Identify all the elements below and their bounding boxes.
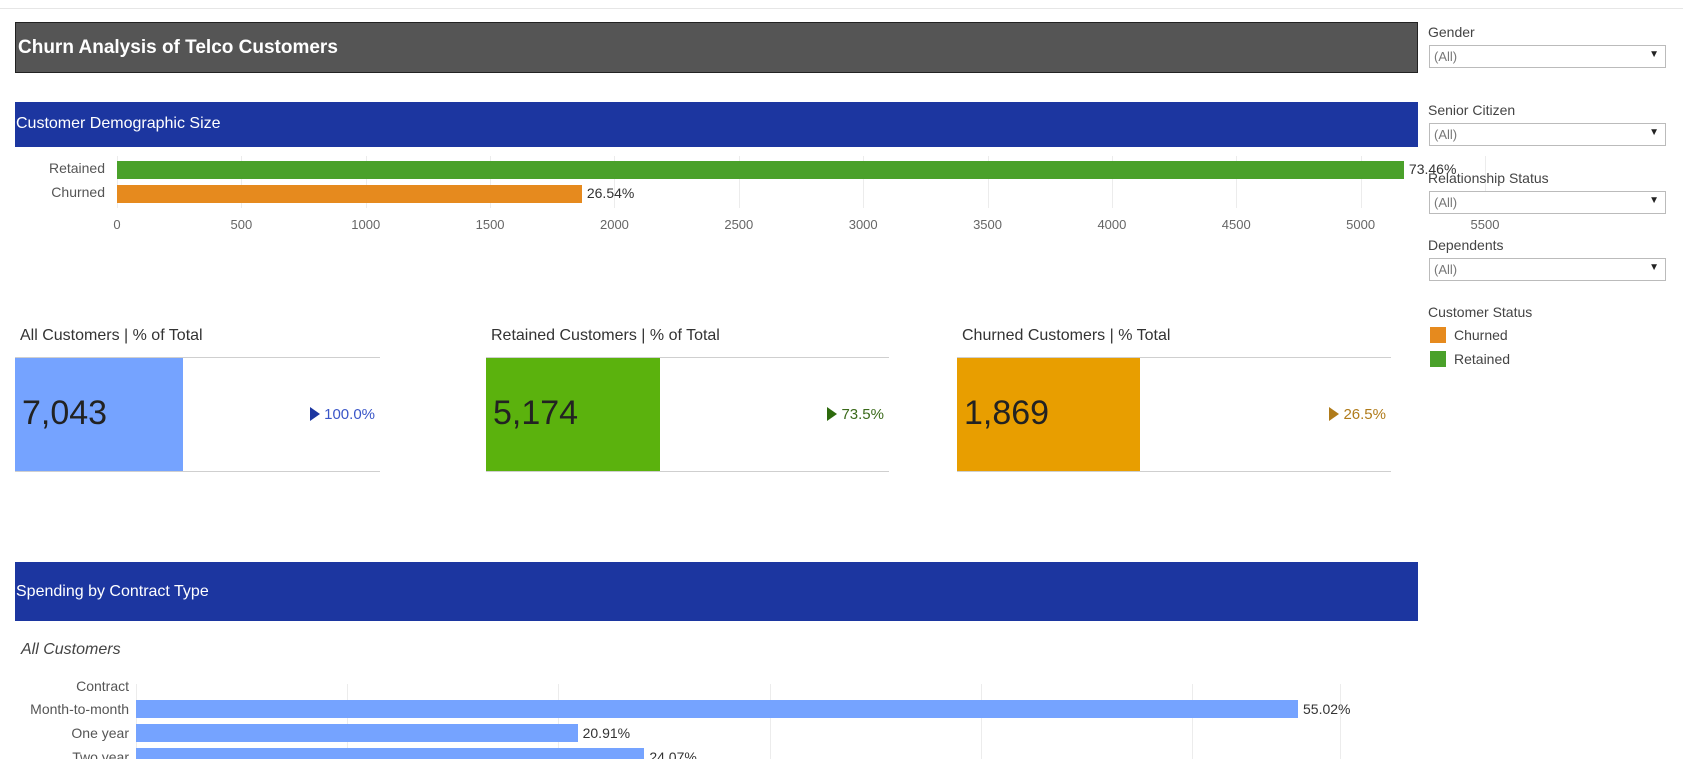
contract-category-label: Two year <box>72 749 129 759</box>
contract-category-label: Month-to-month <box>30 701 129 717</box>
kpi-percent-text: 73.5% <box>841 406 884 423</box>
x-tick-label: 5500 <box>1470 217 1500 232</box>
legend-swatch <box>1430 351 1446 367</box>
legend-item-churned[interactable]: Churned <box>1430 327 1508 343</box>
kpi-value: 5,174 <box>493 394 579 432</box>
axis-label-contract: Contract <box>76 678 129 694</box>
filter-value: (All) <box>1434 195 1458 210</box>
bar-category-label: Churned <box>51 184 105 200</box>
legend-label: Churned <box>1454 327 1508 343</box>
x-tick-label: 1000 <box>351 217 381 232</box>
section-title-demographic: Customer Demographic Size <box>16 115 221 132</box>
gridline <box>1191 684 1193 759</box>
legend-item-retained[interactable]: Retained <box>1430 351 1510 367</box>
filter-dropdown-gender[interactable]: (All) ▼ <box>1429 45 1666 68</box>
filter-dropdown-dependents[interactable]: (All) ▼ <box>1429 258 1666 281</box>
section-title-spending: Spending by Contract Type <box>16 583 209 600</box>
kpi-percent-text: 26.5% <box>1343 406 1386 423</box>
section-header-spending: Spending by Contract Type <box>15 562 1418 621</box>
gridline <box>1339 684 1341 759</box>
legend-swatch <box>1430 327 1446 343</box>
filter-label-relationship-status: Relationship Status <box>1428 170 1549 186</box>
gridline <box>769 684 771 759</box>
contract-data-label: 55.02% <box>1303 701 1351 717</box>
x-tick-label: 3500 <box>973 217 1002 232</box>
bar-retained <box>117 161 1404 179</box>
dashboard-title-bar: Churn Analysis of Telco Customers <box>15 22 1418 73</box>
contract-bar <box>136 724 578 742</box>
x-tick-label: 1500 <box>475 217 505 232</box>
triangle-right-icon <box>1329 407 1340 421</box>
contract-data-label: 24.07% <box>649 749 697 759</box>
chevron-down-icon[interactable]: ▼ <box>1649 127 1659 138</box>
chevron-down-icon[interactable]: ▼ <box>1649 262 1659 273</box>
section-header-demographic: Customer Demographic Size <box>15 102 1418 147</box>
chevron-down-icon[interactable]: ▼ <box>1649 195 1659 206</box>
dashboard-title: Churn Analysis of Telco Customers <box>18 37 338 58</box>
bar-churned <box>117 185 582 203</box>
filter-label-gender: Gender <box>1428 24 1475 40</box>
kpi-value: 7,043 <box>22 394 108 432</box>
kpi-value: 1,869 <box>964 394 1050 432</box>
kpi-percent: 100.0% <box>310 406 375 423</box>
filter-value: (All) <box>1434 127 1458 142</box>
kpi-percent: 26.5% <box>1329 406 1386 423</box>
filter-value: (All) <box>1434 262 1458 277</box>
filter-dropdown-senior-citizen[interactable]: (All) ▼ <box>1429 123 1666 146</box>
kpi-tile: 7,043 100.0% <box>15 357 380 472</box>
triangle-right-icon <box>827 407 838 421</box>
kpi-percent-text: 100.0% <box>324 406 375 423</box>
kpi-title: All Customers | % of Total <box>20 327 203 344</box>
filter-label-senior-citizen: Senior Citizen <box>1428 102 1516 118</box>
x-tick-label: 4000 <box>1097 217 1127 232</box>
x-tick-label: 4500 <box>1221 217 1251 232</box>
bar-data-label: 26.54% <box>586 185 635 201</box>
legend-title: Customer Status <box>1428 304 1533 320</box>
contract-chart-subtitle: All Customers <box>21 641 121 658</box>
kpi-percent: 73.5% <box>827 406 884 423</box>
contract-category-label: One year <box>71 725 129 741</box>
contract-bar <box>136 700 1298 718</box>
kpi-tile: 5,174 73.5% <box>486 357 889 472</box>
kpi-title: Churned Customers | % Total <box>962 327 1171 344</box>
x-tick-label: 3000 <box>848 217 878 232</box>
triangle-right-icon <box>310 407 321 421</box>
bar-category-label: Retained <box>48 160 105 176</box>
filter-value: (All) <box>1434 49 1458 64</box>
legend-label: Retained <box>1454 351 1511 367</box>
x-tick-label: 2500 <box>724 217 754 232</box>
kpi-tile: 1,869 26.5% <box>957 357 1391 472</box>
x-tick-label: 2000 <box>599 217 629 232</box>
contract-bar <box>136 748 645 759</box>
x-tick-label: 500 <box>230 217 253 232</box>
filter-label-dependents: Dependents <box>1428 237 1504 253</box>
x-tick-label: 5000 <box>1346 217 1376 232</box>
x-tick-label: 0 <box>113 217 121 232</box>
contract-data-label: 20.91% <box>582 725 631 741</box>
gridline <box>980 684 982 759</box>
chevron-down-icon[interactable]: ▼ <box>1649 49 1659 60</box>
filter-dropdown-relationship-status[interactable]: (All) ▼ <box>1429 191 1666 214</box>
kpi-title: Retained Customers | % of Total <box>491 327 720 344</box>
